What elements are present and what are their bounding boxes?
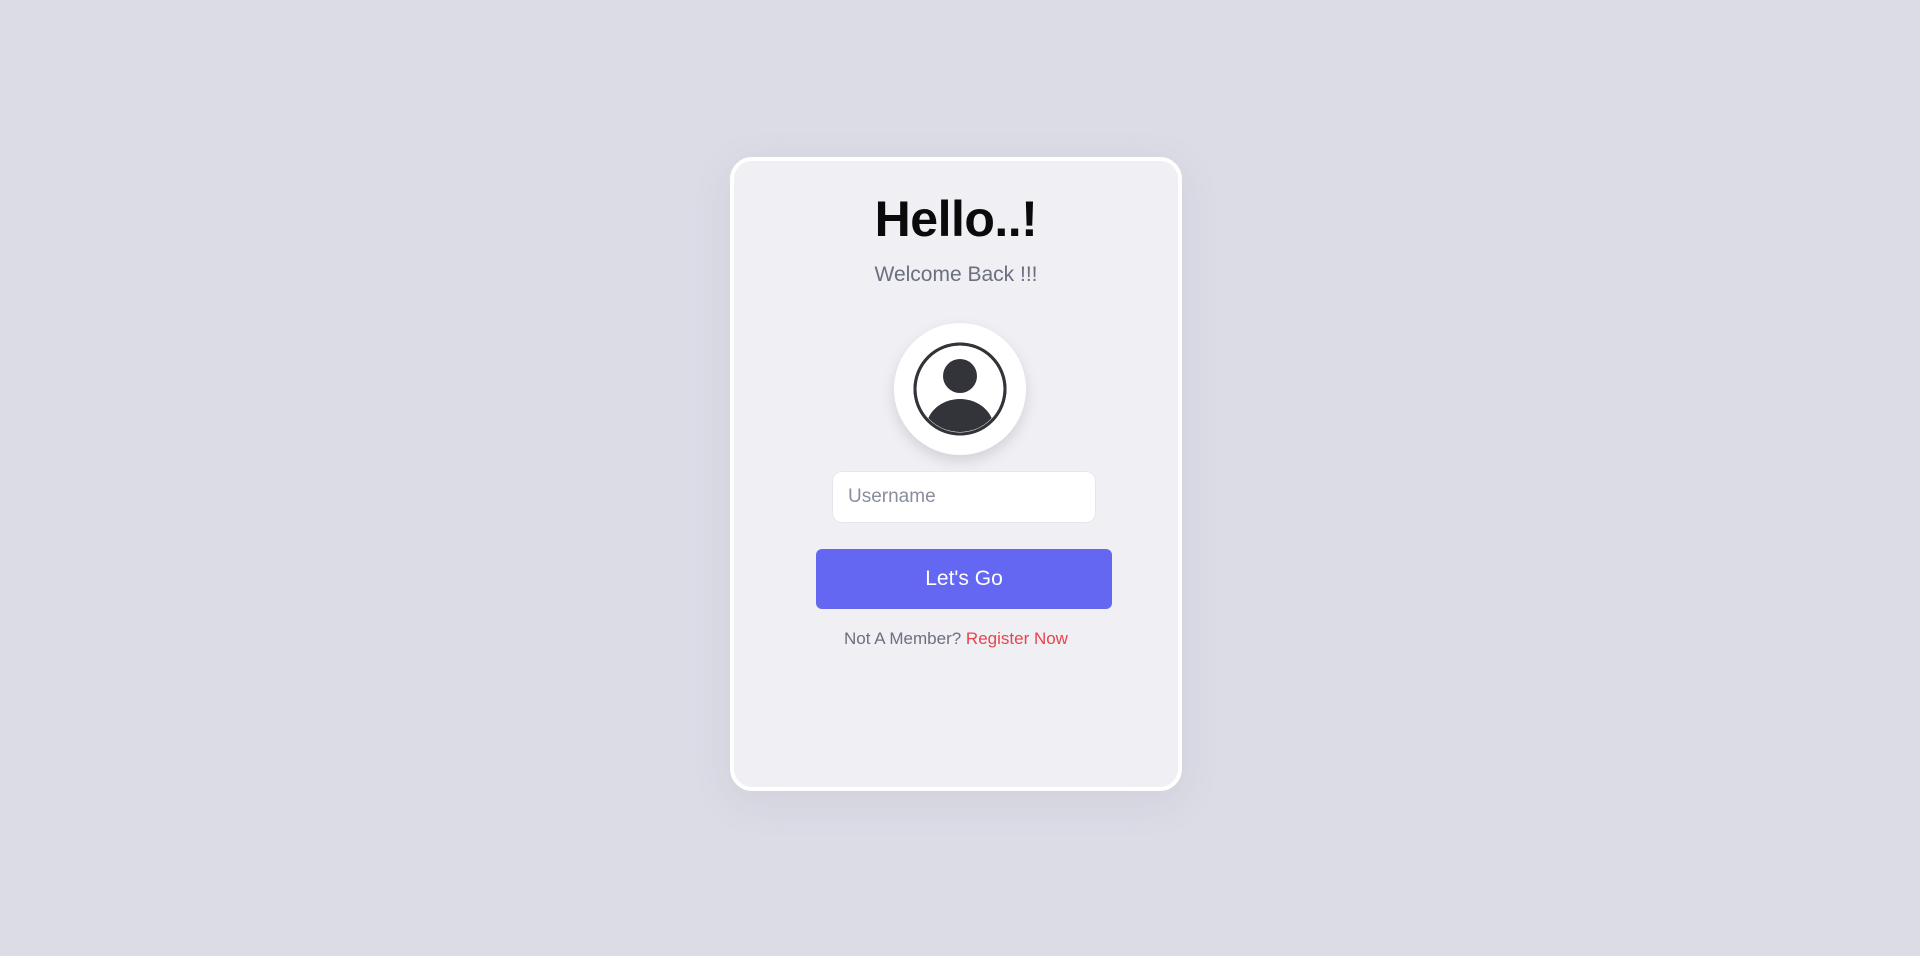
register-prompt-line: Not A Member? Register Now bbox=[734, 629, 1178, 649]
user-circle-icon bbox=[913, 342, 1007, 436]
register-now-link[interactable]: Register Now bbox=[966, 629, 1068, 648]
login-card: Hello..! Welcome Back !!! Let's Go No bbox=[730, 157, 1182, 791]
lets-go-button[interactable]: Let's Go bbox=[816, 549, 1112, 609]
page: Hello..! Welcome Back !!! Let's Go No bbox=[0, 0, 1920, 956]
avatar bbox=[894, 323, 1026, 455]
welcome-subtitle: Welcome Back !!! bbox=[874, 263, 1038, 286]
register-prompt-text: Not A Member? bbox=[844, 629, 962, 648]
page-title: Hello..! bbox=[874, 191, 1038, 247]
username-input[interactable] bbox=[832, 471, 1096, 523]
